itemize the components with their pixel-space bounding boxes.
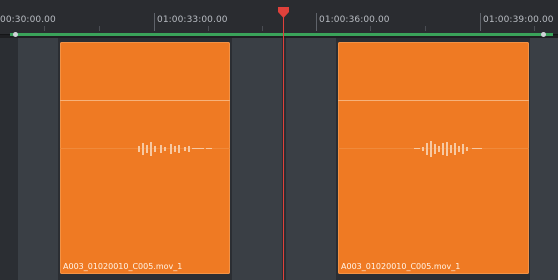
ruler-major-tick [480, 13, 481, 31]
ruler-label-3: 01:00:36:00.00 [319, 15, 390, 25]
ruler-minor-tick [44, 26, 45, 31]
ruler-major-tick [316, 13, 317, 31]
audio-clip[interactable]: A003_01020010_C005.mov_1 [338, 42, 529, 274]
ruler-minor-tick [534, 26, 535, 31]
ruler-label-2: 01:00:33:00.00 [157, 15, 228, 25]
waveform-icon [414, 141, 482, 157]
clip-name: A003_01020010_C005.mov_1 [63, 262, 183, 271]
ruler-label-4: 01:00:39:00.00 [483, 15, 554, 25]
waveform-icon [138, 142, 212, 156]
ruler-minor-tick [208, 26, 209, 31]
audio-track[interactable]: A003_01020010_C005.mov_1 A003_01020010_C… [0, 38, 558, 280]
audio-clip[interactable]: A003_01020010_C005.mov_1 [60, 42, 230, 274]
clip-name: A003_01020010_C005.mov_1 [341, 262, 461, 271]
playhead-line[interactable] [283, 14, 284, 280]
track-gap [286, 38, 336, 280]
playhead-handle-icon[interactable] [277, 6, 290, 19]
timeline-panel[interactable]: 00:30:00.00 01:00:33:00.00 01:00:36:00.0… [0, 0, 558, 280]
ruler-label-1: 00:30:00.00 [0, 15, 56, 25]
track-gap [232, 38, 282, 280]
track-gap [18, 38, 58, 280]
out-point-marker[interactable] [541, 32, 546, 37]
in-out-range-bar[interactable] [10, 33, 553, 36]
in-point-marker[interactable] [13, 32, 18, 37]
ruler-minor-tick [262, 26, 263, 31]
track-gap [530, 38, 558, 280]
ruler-major-tick [154, 13, 155, 31]
ruler-minor-tick [425, 26, 426, 31]
ruler-minor-tick [99, 26, 100, 31]
clip-level-line[interactable] [338, 100, 529, 101]
ruler-minor-tick [370, 26, 371, 31]
clip-level-line[interactable] [60, 100, 230, 101]
